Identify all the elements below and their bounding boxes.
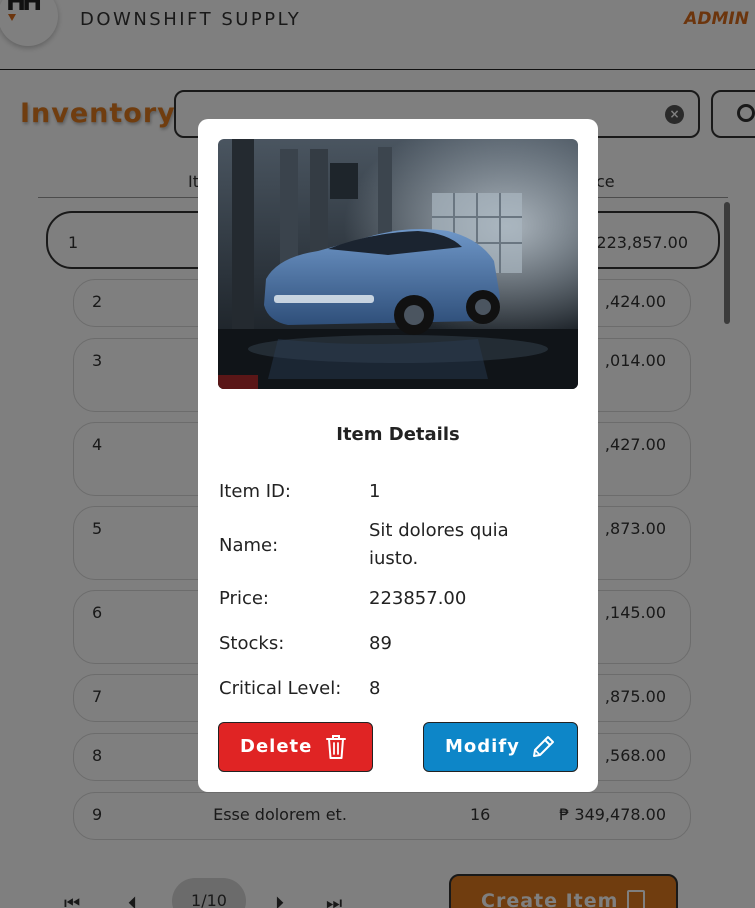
- car-photo: [218, 139, 578, 389]
- delete-label: Delete: [240, 736, 313, 757]
- name-value: Sit dolores quia iusto.: [369, 520, 509, 569]
- modal-title: Item Details: [336, 424, 460, 445]
- item-image: [218, 139, 578, 389]
- price-value: 223857.00: [369, 588, 467, 609]
- critical-level-value: 8: [369, 678, 381, 699]
- item-id-label: Item ID:: [219, 481, 291, 502]
- name-label: Name:: [219, 535, 279, 556]
- price-label: Price:: [219, 588, 269, 609]
- pencil-icon: [533, 736, 554, 757]
- item-id-value: 1: [369, 481, 381, 502]
- delete-button[interactable]: Delete: [218, 722, 373, 772]
- modify-label: Modify: [445, 736, 520, 757]
- trash-icon: [326, 735, 346, 759]
- item-details-modal: Item Details Item ID: 1 Name: Sit dolore…: [198, 119, 598, 792]
- stocks-label: Stocks:: [219, 633, 285, 654]
- stocks-value: 89: [369, 633, 392, 654]
- modify-button[interactable]: Modify: [423, 722, 578, 772]
- critical-level-label: Critical Level:: [219, 678, 342, 699]
